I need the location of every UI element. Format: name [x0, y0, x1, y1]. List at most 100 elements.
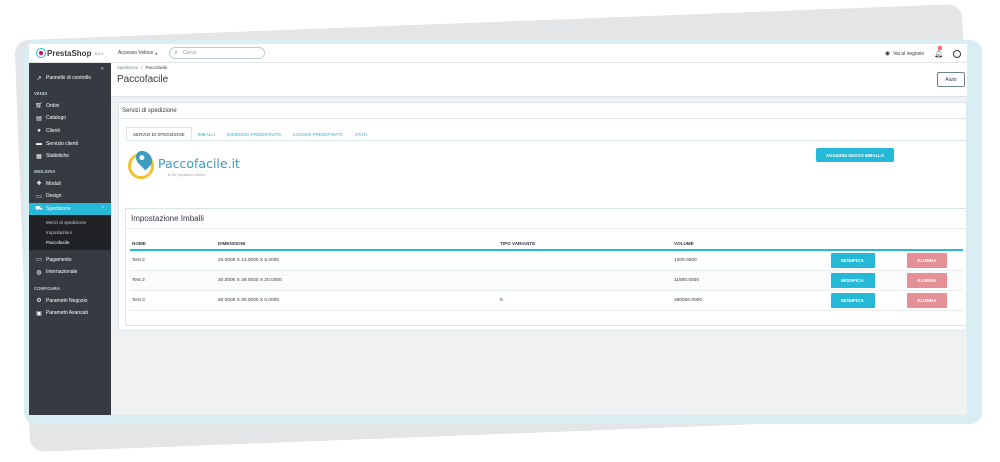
tab-divider [126, 140, 966, 141]
page-title: Paccofacile [117, 74, 169, 85]
cell-dimensions: 20.0000 X 13.0000 X 5.0000 [218, 258, 280, 263]
search-input[interactable]: ⌕ Cerca [169, 47, 266, 59]
edit-button[interactable]: MODIFICA [830, 273, 875, 288]
logo-brand-name: Paccofacile.it [158, 156, 240, 171]
sidebar-item-label: Statistiche [46, 153, 70, 160]
bell-icon: 🔔︎ [934, 50, 943, 58]
tab-shipping-services[interactable]: SERVIZI DI SPEDIZIONE [126, 127, 192, 141]
logo-tagline: le tue Spedizioni Online [168, 173, 205, 177]
add-package-button[interactable]: AGGIUNGI NUOVO IMBALLO [816, 148, 894, 162]
user-icon: ● [37, 128, 41, 135]
cell-volume: 11600.0000 [674, 278, 699, 283]
cell-dimensions: 20.0000 X 29.0000 X 20.0000 [218, 278, 282, 283]
quick-access-label: Accesso Veloce [118, 50, 154, 56]
notification-badge: 4 [938, 45, 942, 50]
sidebar-item-label: Pagamento [46, 256, 72, 263]
delete-button[interactable]: ELIMINA [907, 293, 947, 308]
sidebar-item-shop-parameters[interactable]: ⚙ Parametri Negozio [29, 295, 111, 308]
cell-volume: 480000.0000 [674, 298, 703, 303]
cell-name: Test 2 [132, 258, 145, 263]
user-avatar-icon[interactable] [953, 49, 961, 58]
breadcrumb: Spedizione / Paccofacile [117, 65, 168, 70]
gear-icon: ⚙ [36, 298, 42, 305]
cell-name: Test 2 [132, 278, 145, 283]
sidebar-item-payment[interactable]: ▭ Pagamento [29, 253, 111, 266]
sidebar-item-orders[interactable]: 🛒︎ Ordini [29, 100, 111, 113]
column-header-name: NOME [132, 240, 146, 246]
chevron-up-icon: ⌃ [100, 206, 105, 213]
quick-access-dropdown[interactable]: Accesso Veloce ▾ [118, 50, 157, 56]
sidebar-item-label: Internazionale [46, 269, 78, 276]
sidebar-item-label: Ordini [46, 102, 60, 109]
sidebar-section-improve: MIGLIORA [34, 169, 56, 175]
tab-default-locker[interactable]: LOCKER PREDEFINITO [287, 127, 349, 141]
sidebar-item-design[interactable]: ▭ Design [29, 190, 111, 203]
eye-icon: ◉ [884, 51, 891, 57]
prestashop-logo-icon [37, 49, 45, 57]
sidebar-subitem-carriers[interactable]: Mezzi di spedizione [46, 217, 111, 227]
cell-dimensions: 60.0000 X 80.0000 X 0.0000 [218, 298, 280, 303]
collapse-sidebar-icon[interactable]: « [101, 66, 104, 72]
view-store-link[interactable]: Vai al negozio [893, 51, 924, 57]
sidebar-item-customer-service[interactable]: ▬ Servizio clienti [29, 137, 111, 150]
version-label: 8.0.1 [94, 50, 104, 56]
store-icon: ▤ [36, 115, 42, 122]
sidebar-item-catalog[interactable]: ▤ Catalogo [29, 112, 111, 125]
monitor-icon: ▭ [36, 193, 42, 200]
cart-icon: 🛒︎ [35, 103, 43, 110]
settings-box-icon: ▣ [36, 310, 42, 317]
sidebar-item-customers[interactable]: ● Clienti [29, 125, 111, 138]
cell-volume: 1300.0000 [674, 258, 697, 263]
search-icon: ⌕ [174, 49, 178, 56]
sidebar-submenu-shipping: Mezzi di spedizione Impostazioni Paccofa… [29, 215, 111, 251]
sidebar-item-dashboard[interactable]: ↗ Pannello di controllo [29, 72, 111, 85]
paccofacile-logo: Paccofacile.it le tue Spedizioni Online [128, 147, 240, 190]
delete-button[interactable]: ELIMINA [907, 273, 947, 288]
globe-icon: ◍ [36, 269, 42, 276]
truck-icon: ⛟ [35, 206, 43, 213]
caret-down-icon: ▾ [155, 50, 158, 56]
sidebar-item-advanced-parameters[interactable]: ▣ Parametri Avanzati [29, 307, 111, 320]
top-bar: PrestaShop 8.0.1 Accesso Veloce ▾ ⌕ Cerc… [29, 44, 967, 63]
sidebar-item-stats[interactable]: ▦ Statistiche [29, 150, 111, 163]
breadcrumb-link[interactable]: Spedizione [117, 65, 138, 70]
delete-button[interactable]: ELIMINA [907, 253, 947, 268]
edit-button[interactable]: MODIFICA [830, 253, 875, 268]
sidebar-item-label: Design [46, 193, 62, 200]
table-row: Test 2 20.0000 X 13.0000 X 5.0000 1300.0… [130, 251, 963, 271]
table-row: Test 3 60.0000 X 80.0000 X 0.0000 5 4800… [130, 291, 963, 311]
table-header-row: NOME DIMENSIONI TIPO VARIANTE VOLUME [130, 237, 963, 251]
sidebar-section-sell: VENDI [34, 91, 48, 97]
admin-window: PrestaShop 8.0.1 Accesso Veloce ▾ ⌕ Cerc… [29, 44, 967, 415]
cell-name: Test 3 [132, 298, 145, 303]
sidebar-item-modules[interactable]: ✚ Moduli [29, 178, 111, 191]
edit-button[interactable]: MODIFICA [830, 293, 875, 308]
brand-logo[interactable]: PrestaShop 8.0.1 [37, 49, 117, 58]
trending-icon: ↗ [36, 75, 42, 82]
sidebar-section-configure: CONFIGURA [34, 286, 61, 292]
cell-variant: 5 [500, 298, 503, 303]
tab-states[interactable]: STATI [349, 127, 373, 141]
table-row: Test 2 20.0000 X 29.0000 X 20.0000 11600… [130, 271, 963, 291]
sidebar-item-label: Clienti [46, 128, 60, 135]
tab-packages[interactable]: IMBALLI [192, 127, 221, 141]
sidebar-subitem-paccofacile[interactable]: Paccofacile [46, 237, 111, 247]
sidebar-item-label: Catalogo [46, 115, 67, 122]
tab-default-address[interactable]: INDIRIZZO PREDEFINITO [221, 127, 287, 141]
sidebar: « ↗ Pannello di controllo VENDI 🛒︎ Ordin… [29, 63, 111, 415]
card-title: Servizi di spedizione [119, 103, 966, 119]
search-placeholder: Cerca [182, 50, 197, 56]
help-button[interactable]: Aiuto [937, 72, 965, 87]
sidebar-item-shipping[interactable]: ⛟ Spedizione ⌃ [29, 202, 111, 216]
brand-name: PrestaShop [47, 48, 92, 58]
chat-icon: ▬ [36, 140, 42, 147]
sidebar-item-international[interactable]: ◍ Internazionale [29, 266, 111, 279]
card-icon: ▭ [36, 257, 42, 264]
puzzle-icon: ✚ [36, 181, 42, 188]
sidebar-item-label: Pannello di controllo [46, 75, 92, 82]
sidebar-item-label: Spedizione [46, 206, 71, 213]
tab-bar: SERVIZI DI SPEDIZIONE IMBALLI INDIRIZZO … [126, 127, 373, 141]
sidebar-item-label: Servizio clienti [46, 140, 78, 147]
sidebar-subitem-preferences[interactable]: Impostazioni [46, 227, 111, 237]
notifications-button[interactable]: 🔔︎ 4 [934, 45, 943, 58]
